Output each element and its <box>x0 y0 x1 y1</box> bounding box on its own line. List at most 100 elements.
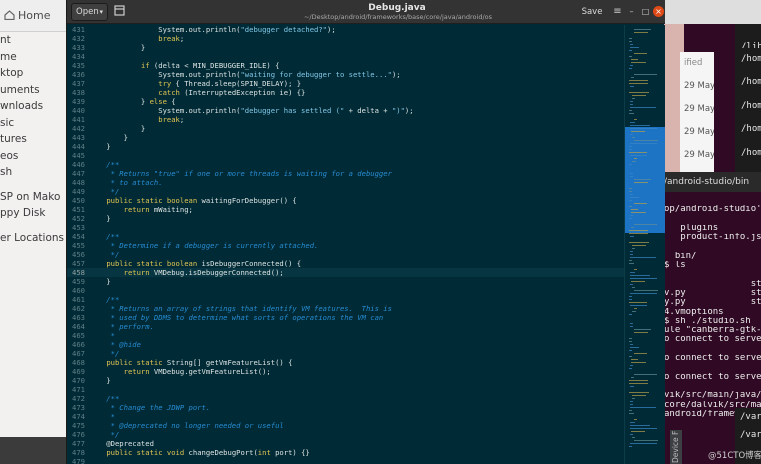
minimap-line <box>629 173 633 174</box>
sidebar-item[interactable]: er Locations <box>0 230 69 247</box>
code-line[interactable]: 453 <box>67 223 624 232</box>
code-line[interactable]: 473 * Change the JDWP port. <box>67 403 624 412</box>
sidebar-item[interactable]: tures <box>0 131 69 148</box>
code-line[interactable]: 450 public static boolean waitingForDebu… <box>67 196 624 205</box>
code-line[interactable]: 441 break; <box>67 115 624 124</box>
code-line[interactable]: 460 <box>67 286 624 295</box>
code-line[interactable]: 455 * Determine if a debugger is current… <box>67 241 624 250</box>
code-text: /** <box>89 232 120 241</box>
code-line[interactable]: 478 public static void changeDebugPort(i… <box>67 448 624 457</box>
code-line[interactable]: 440 System.out.println("debugger has set… <box>67 106 624 115</box>
code-text: public static boolean isDebuggerConnecte… <box>106 259 302 268</box>
code-line[interactable]: 446 /** <box>67 160 624 169</box>
minimap-line <box>629 401 633 402</box>
code-line[interactable]: 457 public static boolean isDebuggerConn… <box>67 259 624 268</box>
code-line[interactable]: 474 * <box>67 412 624 421</box>
code-line[interactable]: 452 } <box>67 214 624 223</box>
minimap-line <box>629 275 650 276</box>
close-icon[interactable]: × <box>653 6 664 17</box>
code-line[interactable]: 476 */ <box>67 430 624 439</box>
minimize-icon[interactable]: – <box>626 6 637 17</box>
code-line[interactable]: 443 } <box>67 133 624 142</box>
sidebar-item[interactable]: ktop <box>0 65 69 82</box>
minimap-line <box>629 323 633 324</box>
home-button-label[interactable]: Home <box>18 9 50 22</box>
code-line[interactable]: 459 } <box>67 277 624 286</box>
minimap-line <box>629 230 648 231</box>
minimap-line <box>629 314 633 315</box>
code-line[interactable]: 435 if (delta < MIN_DEBUGGER_IDLE) { <box>67 61 624 70</box>
minimap-line <box>630 62 647 63</box>
code-editor[interactable]: 431 System.out.println("debugger detache… <box>67 25 624 464</box>
sidebar-item[interactable]: eos <box>0 148 69 165</box>
code-line[interactable]: 438 catch (InterruptedException ie) {} <box>67 88 624 97</box>
sidebar-item[interactable]: wnloads <box>0 98 69 115</box>
line-number: 473 <box>72 403 85 412</box>
code-line[interactable]: 477 @Deprecated <box>67 439 624 448</box>
minimap-line <box>629 341 633 342</box>
sidebar-separator <box>0 181 69 189</box>
maximize-icon[interactable]: □ <box>640 6 651 17</box>
code-line[interactable]: 449 */ <box>67 187 624 196</box>
code-line[interactable]: 437 try { Thread.sleep(SPIN_DELAY); } <box>67 79 624 88</box>
minimap-line <box>629 197 640 198</box>
code-line-current[interactable]: 458 return VMDebug.isDebuggerConnected()… <box>67 268 624 277</box>
code-line[interactable]: 451 return mWaiting; <box>67 205 624 214</box>
code-line[interactable]: 444 } <box>67 142 624 151</box>
code-line[interactable]: 433 } <box>67 43 624 52</box>
code-text: } else { <box>89 97 176 106</box>
code-line[interactable]: 472 /** <box>67 394 624 403</box>
minimap-line <box>629 260 633 261</box>
code-line[interactable]: 448 * to attach. <box>67 178 624 187</box>
hamburger-menu-icon[interactable]: ≡ <box>610 3 625 21</box>
code-line[interactable]: 431 System.out.println("debugger detache… <box>67 25 624 34</box>
line-number: 475 <box>72 421 85 430</box>
code-line[interactable]: 475 * @deprecated no longer needed or us… <box>67 421 624 430</box>
sidebar-item[interactable]: sic <box>0 115 69 132</box>
code-line[interactable]: 471 <box>67 385 624 394</box>
sidebar-item[interactable]: me <box>0 49 69 66</box>
code-text: * to attach. <box>89 178 163 187</box>
open-button-label: Open <box>76 7 99 17</box>
minimap-line <box>629 344 633 345</box>
minimap-line <box>633 29 651 30</box>
code-line[interactable]: 463 * used by DDMS to determine what sor… <box>67 313 624 322</box>
code-line[interactable]: 445 <box>67 151 624 160</box>
terminal-title: /android-studio/bin <box>664 172 761 192</box>
code-text: System.out.println("debugger has settled… <box>89 106 414 115</box>
code-line[interactable]: 439 } else { <box>67 97 624 106</box>
sidebar-item[interactable]: SP on Mako <box>0 189 69 206</box>
code-line[interactable]: 456 */ <box>67 250 624 259</box>
device-file-explorer-tab[interactable]: Device F <box>670 430 682 464</box>
minimap-line <box>632 245 646 246</box>
code-line[interactable]: 447 * Returns "true" if one or more thre… <box>67 169 624 178</box>
column-header-modified[interactable]: ified <box>680 52 714 75</box>
minimap-line <box>633 419 637 420</box>
code-line[interactable]: 468 public static String[] getVmFeatureL… <box>67 358 624 367</box>
code-line[interactable]: 434 <box>67 52 624 61</box>
minimap-line <box>632 98 636 99</box>
code-line[interactable]: 432 break; <box>67 34 624 43</box>
code-line[interactable]: 464 * perform. <box>67 322 624 331</box>
code-line[interactable]: 479 <box>67 457 624 464</box>
open-button[interactable]: Open ▾ <box>71 3 108 21</box>
code-line[interactable]: 466 * @hide <box>67 340 624 349</box>
new-document-button[interactable] <box>111 3 128 21</box>
code-line[interactable]: 470 } <box>67 376 624 385</box>
code-line[interactable]: 454 /** <box>67 232 624 241</box>
code-line[interactable]: 461 /** <box>67 295 624 304</box>
code-line[interactable]: 462 * Returns an array of strings that i… <box>67 304 624 313</box>
minimap-line <box>629 83 649 84</box>
minimap[interactable] <box>624 25 665 464</box>
sidebar-item[interactable]: sh <box>0 164 69 181</box>
code-line[interactable]: 467 */ <box>67 349 624 358</box>
code-line[interactable]: 436 System.out.println("waiting for debu… <box>67 70 624 79</box>
line-number: 438 <box>72 88 85 97</box>
save-button[interactable]: Save <box>577 3 607 21</box>
sidebar-item[interactable]: uments <box>0 82 69 99</box>
sidebar-item[interactable]: nt <box>0 32 69 49</box>
code-line[interactable]: 442 } <box>67 124 624 133</box>
code-line[interactable]: 469 return VMDebug.getVmFeatureList(); <box>67 367 624 376</box>
code-line[interactable]: 465 * <box>67 331 624 340</box>
sidebar-item[interactable]: ppy Disk <box>0 205 69 222</box>
